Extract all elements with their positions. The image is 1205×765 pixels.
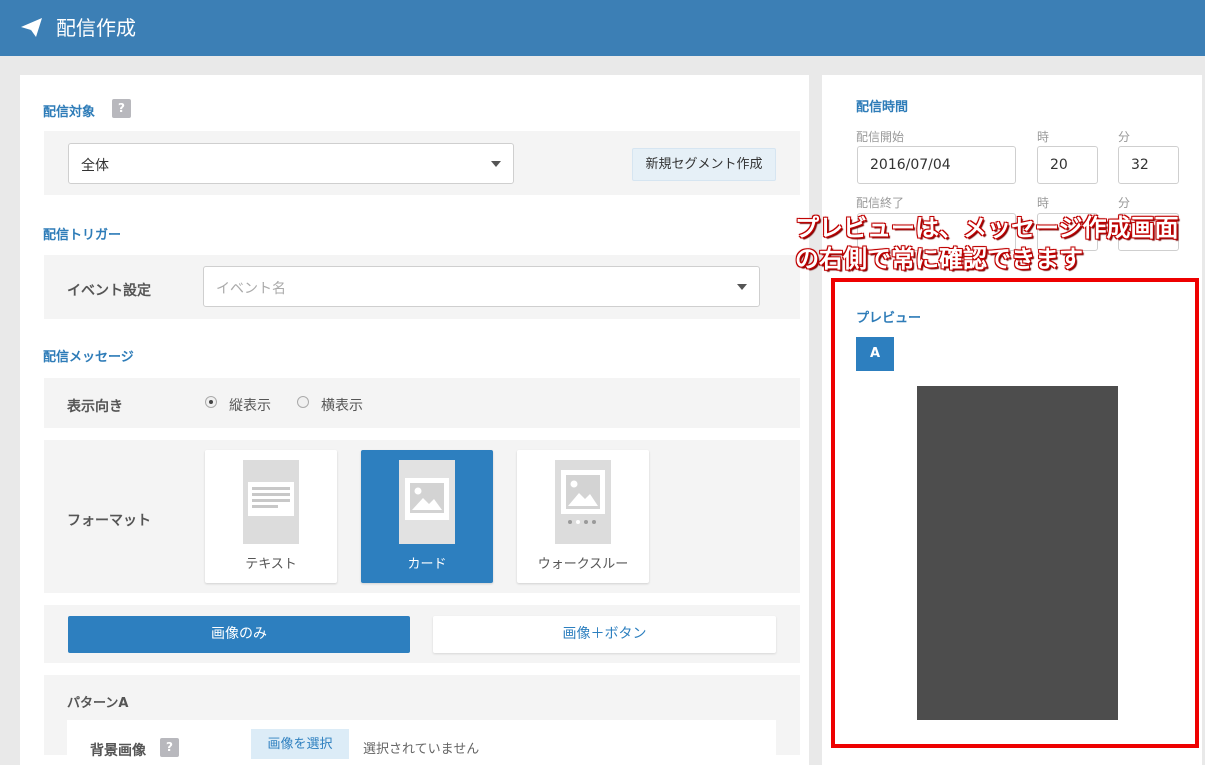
- chevron-down-icon: [491, 161, 501, 167]
- format-card-text-label: テキスト: [245, 557, 297, 572]
- event-setting-label: イベント設定: [67, 283, 151, 299]
- target-help-icon[interactable]: ?: [112, 99, 131, 118]
- start-minute-label: 分: [1118, 130, 1131, 144]
- chevron-down-icon: [737, 284, 747, 290]
- annotation-line-1: プレビューは、メッセージ作成画面: [795, 214, 1179, 242]
- orientation-row: [44, 378, 800, 428]
- event-select[interactable]: イベント名: [203, 266, 760, 307]
- format-card-card-label: カード: [407, 557, 447, 572]
- message-section-title: 配信メッセージ: [43, 350, 134, 365]
- end-minute-label: 分: [1118, 196, 1131, 210]
- image-only-button[interactable]: 画像のみ: [68, 616, 410, 653]
- target-select-value: 全体: [81, 158, 109, 174]
- target-section-title: 配信対象: [43, 105, 96, 120]
- trigger-section-title: 配信トリガー: [43, 228, 122, 243]
- radio-portrait-label[interactable]: 縦表示: [229, 395, 271, 415]
- new-segment-button[interactable]: 新規セグメント作成: [632, 148, 776, 181]
- start-hour-label: 時: [1037, 130, 1050, 144]
- image-and-button-button[interactable]: 画像＋ボタン: [433, 616, 776, 653]
- format-label: フォーマット: [67, 513, 151, 529]
- end-hour-label: 時: [1037, 196, 1050, 210]
- start-date-input[interactable]: 2016/07/04: [857, 146, 1016, 184]
- radio-landscape-label[interactable]: 横表示: [321, 395, 363, 415]
- walkthrough-icon: [555, 460, 611, 544]
- pattern-a-title: パターンA: [67, 696, 129, 711]
- start-hour-input[interactable]: 20: [1037, 146, 1098, 184]
- target-select[interactable]: 全体: [68, 143, 514, 184]
- schedule-section-title: 配信時間: [856, 100, 909, 115]
- start-label: 配信開始: [856, 130, 905, 144]
- format-card-card[interactable]: カード: [361, 450, 493, 583]
- format-card-text[interactable]: テキスト: [205, 450, 337, 583]
- app-header: [0, 0, 1205, 56]
- radio-landscape[interactable]: [297, 396, 309, 408]
- preview-highlight-box: [831, 278, 1199, 748]
- page-title: 配信作成: [56, 16, 136, 40]
- annotation-line-2: の右側で常に確認できます: [795, 245, 1083, 273]
- start-minute-input[interactable]: 32: [1118, 146, 1179, 184]
- text-doc-icon: [243, 460, 299, 544]
- format-card-walkthrough[interactable]: ウォークスルー: [517, 450, 649, 583]
- image-card-icon: [399, 460, 455, 544]
- orientation-label: 表示向き: [67, 399, 123, 415]
- bg-image-help-icon[interactable]: ?: [160, 738, 179, 757]
- end-label: 配信終了: [856, 196, 905, 210]
- bg-image-label: 背景画像: [90, 743, 146, 759]
- select-image-button[interactable]: 画像を選択: [251, 729, 349, 759]
- event-select-placeholder: イベント名: [216, 281, 286, 297]
- paper-plane-icon: [21, 18, 42, 37]
- radio-portrait[interactable]: [205, 396, 217, 408]
- no-selection-text: 選択されていません: [363, 742, 480, 757]
- format-card-walkthrough-label: ウォークスルー: [537, 557, 629, 572]
